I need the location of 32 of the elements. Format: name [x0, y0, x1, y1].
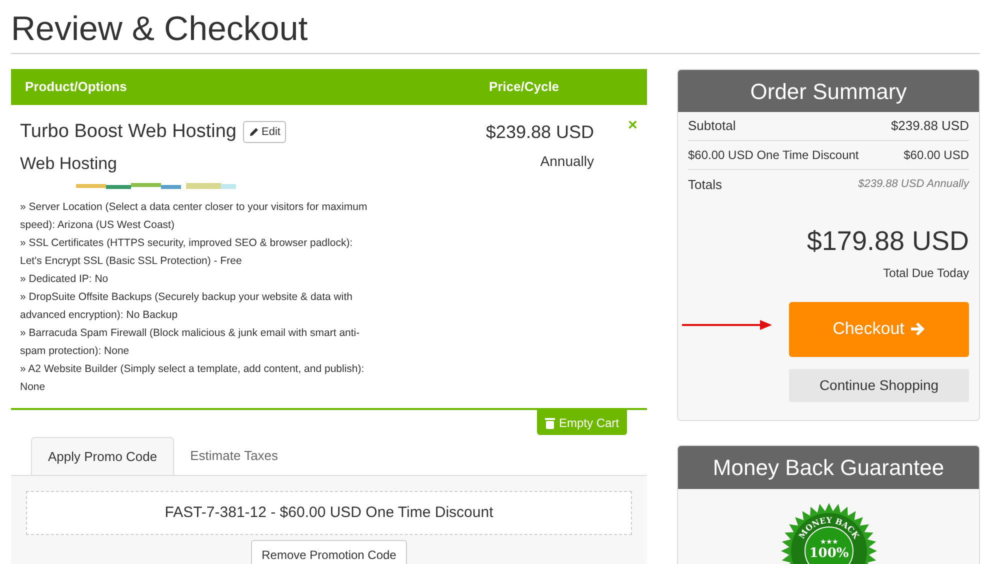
product-option: » Barracuda Spam Firewall (Block malicious & junk email with smart anti-spam protection): None	[20, 324, 370, 360]
remove-promotion-button[interactable]: Remove Promotion Code	[250, 540, 408, 564]
applied-promo-code: FAST-7-381-12 - $60.00 USD One Time Discount	[26, 491, 632, 535]
summary-value: $239.88 USD	[890, 117, 969, 136]
page-title: Review & Checkout	[11, 9, 309, 50]
panel-title: Order Summary	[678, 70, 979, 112]
product-price: $239.88 USD	[486, 121, 594, 144]
billing-cycle: Annually	[540, 152, 594, 171]
product-option: » DropSuite Offsite Backups (Securely backup your website & data with advanced encryption): No Backup	[20, 288, 370, 324]
tab[interactable]: Estimate Taxes	[174, 437, 294, 475]
trash-icon	[544, 416, 555, 428]
summary-value: $239.88 USD Annually	[858, 177, 969, 192]
product-option: » Server Location (Select a data center closer to your visitors for maximum speed): Arizona (US West Coast)	[20, 198, 370, 234]
product-group: Web Hosting	[20, 150, 370, 176]
product-option: » SSL Certificates (HTTPS security, improved SEO & browser padlock): Let's Encrypt SSL (Basic SSL Protection) - Free	[20, 234, 370, 270]
product-name: Turbo Boost Web Hosting	[20, 120, 236, 144]
arrow-right-icon	[910, 322, 926, 336]
total-due-amount: $179.88 USD	[806, 225, 969, 258]
summary-label: $60.00 USD One Time Discount	[688, 147, 859, 164]
summary-value: $60.00 USD	[904, 147, 969, 164]
product-option: » A2 Website Builder (Simply select a template, add content, and publish): None	[20, 360, 370, 396]
column-heading: Product/Options	[24, 78, 128, 96]
summary-label: Totals	[688, 176, 722, 194]
total-due-label: Total Due Today	[883, 264, 969, 282]
continue-shopping-button[interactable]: Continue Shopping	[789, 368, 969, 402]
edit-button[interactable]: Edit	[242, 121, 286, 144]
pencil-icon	[248, 127, 258, 138]
panel-title: Money Back Guarantee	[678, 446, 979, 488]
column-heading: Price/Cycle	[488, 78, 560, 96]
tab[interactable]: Apply Promo Code	[31, 437, 174, 475]
product-option: » Dedicated IP: No	[20, 270, 370, 288]
summary-label: Subtotal	[688, 117, 736, 136]
